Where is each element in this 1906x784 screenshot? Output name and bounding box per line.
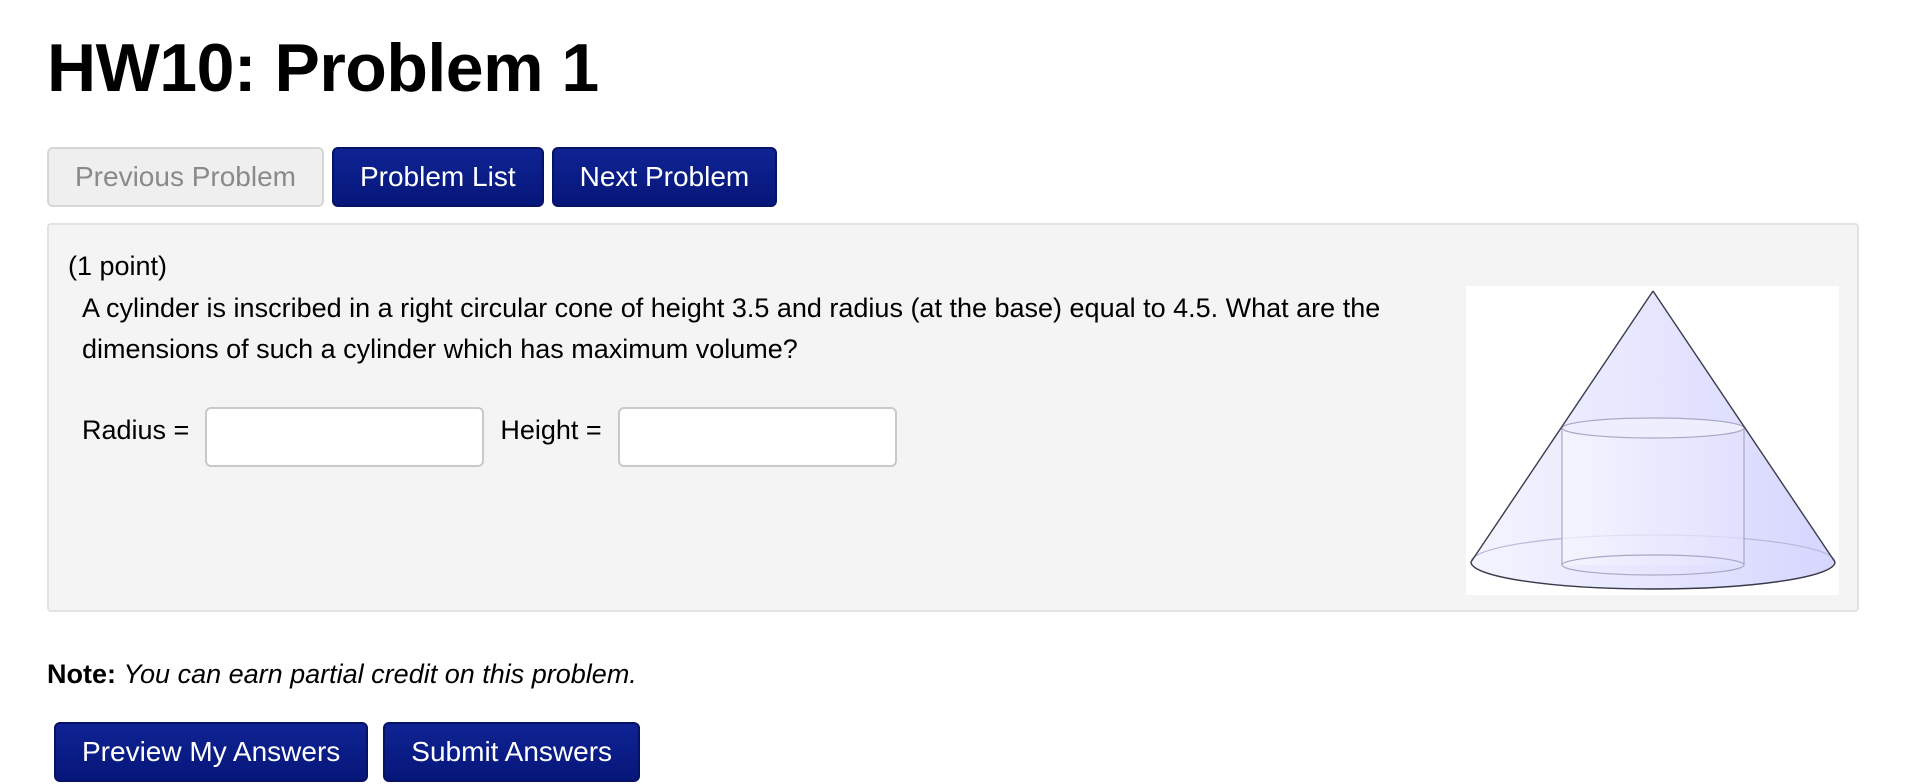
- note-text: You can earn partial credit on this prob…: [123, 659, 637, 689]
- problem-list-button[interactable]: Problem List: [331, 147, 544, 207]
- problem-points: (1 point): [68, 251, 168, 281]
- problem-page: HW10: Problem 1 Previous Problem Problem…: [0, 0, 1906, 784]
- problem-panel: (1 point) A cylinder is inscribed in a r…: [47, 223, 1859, 612]
- next-problem-button[interactable]: Next Problem: [551, 147, 778, 207]
- radius-label: Radius =: [82, 415, 190, 445]
- cone-with-inscribed-cylinder-icon: [1470, 290, 1836, 590]
- answer-row: Radius = Height =: [82, 407, 897, 467]
- problem-question-text: A cylinder is inscribed in a right circu…: [82, 293, 1381, 364]
- problem-navigation: Previous Problem Problem List Next Probl…: [47, 147, 778, 207]
- answer-actions: Preview My Answers Submit Answers: [54, 722, 641, 782]
- note-label: Note:: [47, 659, 116, 689]
- height-label: Height =: [500, 415, 602, 445]
- previous-problem-button[interactable]: Previous Problem: [47, 147, 324, 207]
- preview-answers-button[interactable]: Preview My Answers: [54, 722, 369, 782]
- submit-answers-button[interactable]: Submit Answers: [383, 722, 641, 782]
- radius-input[interactable]: [205, 407, 485, 467]
- height-input[interactable]: [617, 407, 897, 467]
- cone-figure: [1466, 286, 1839, 595]
- page-title: HW10: Problem 1: [47, 30, 599, 106]
- partial-credit-note: Note: You can earn partial credit on thi…: [47, 658, 637, 690]
